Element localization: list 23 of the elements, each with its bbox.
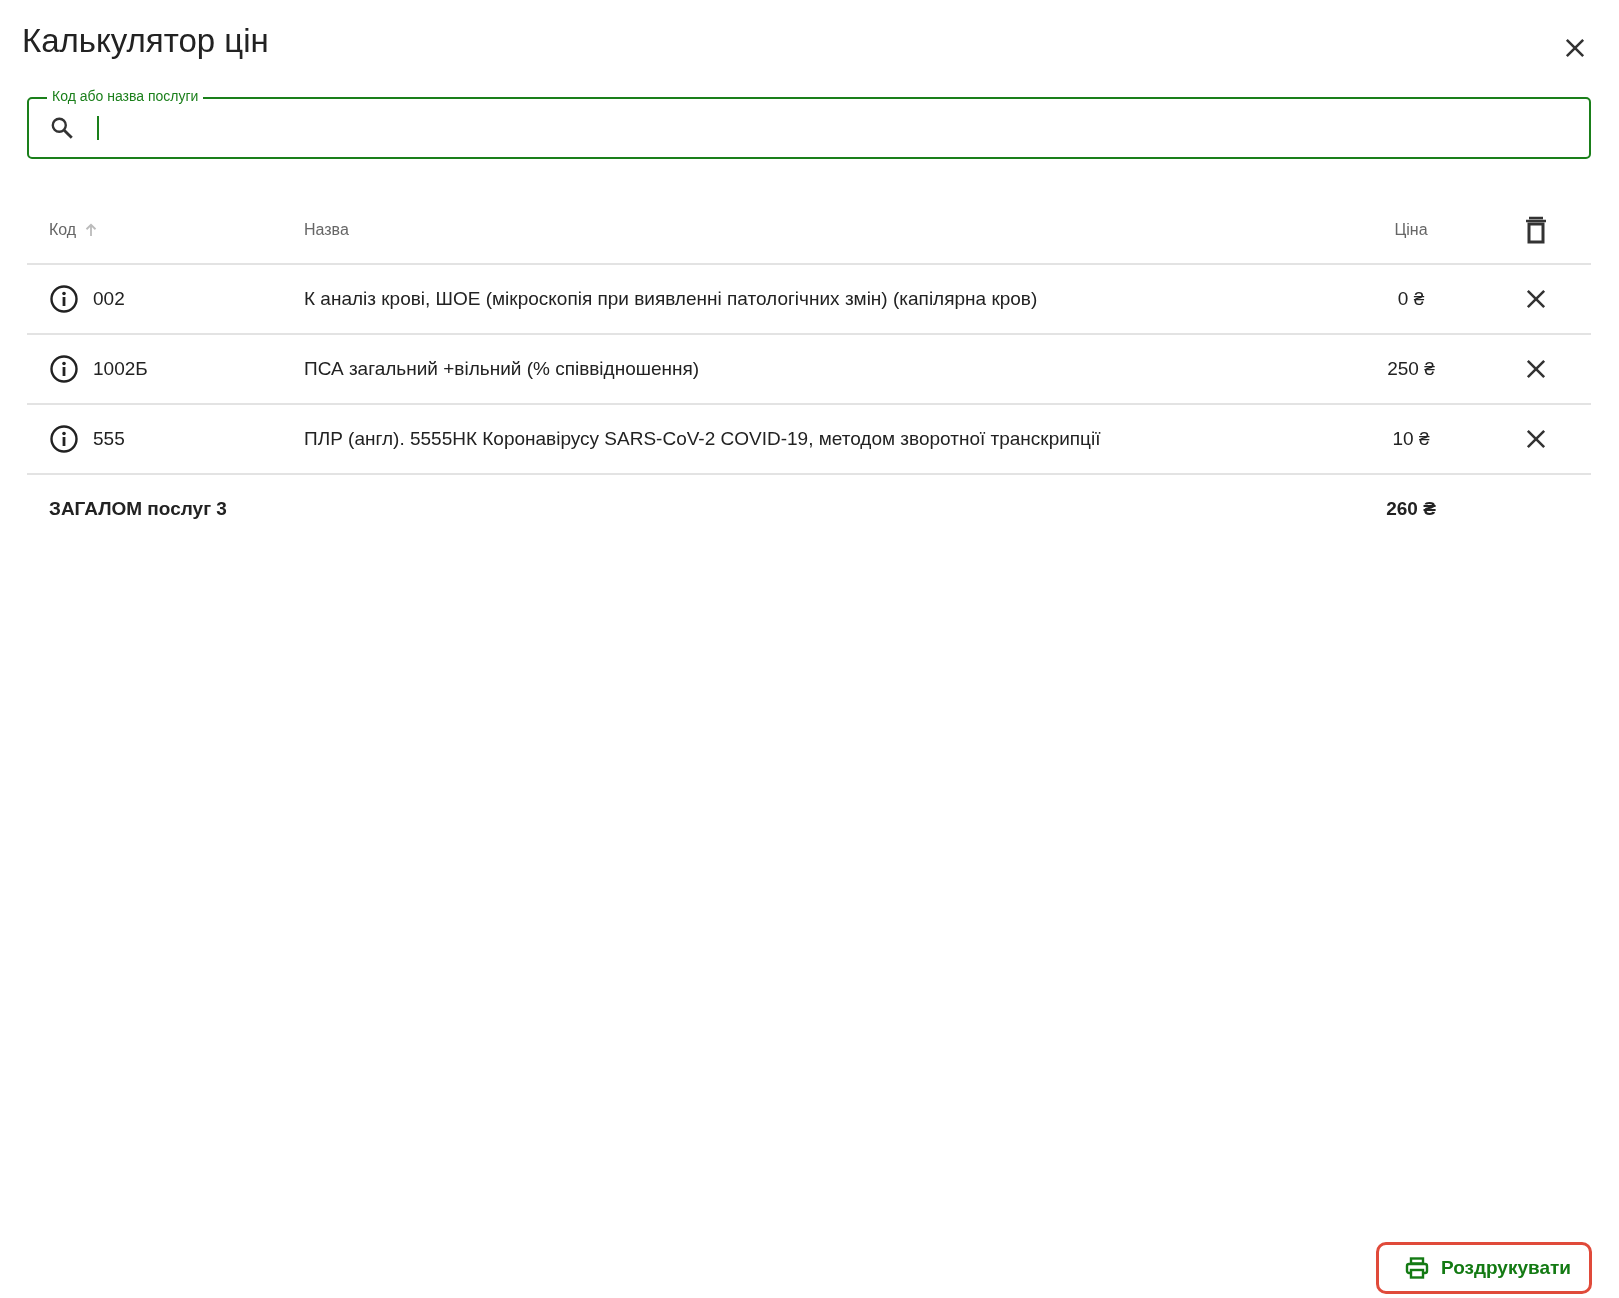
service-name-cell: ПЛР (англ). 5555НК Коронавірусу SARS-CoV-2 COVID-19, методом зворотної транскрипції (304, 428, 1101, 449)
column-header[interactable]: Ціна (1394, 221, 1428, 239)
code-cell: 1002Б (93, 358, 148, 380)
code-cell: 002 (93, 288, 125, 310)
price-cell: 250 ₴ (1387, 358, 1435, 379)
info-icon[interactable] (49, 424, 79, 454)
service-name-cell: ПСА загальний +вільний (% співвідношення) (304, 358, 700, 379)
total-price: 260 ₴ (1386, 498, 1436, 519)
print-button[interactable]: Роздрукувати (1375, 1242, 1592, 1294)
total-label: ЗАГАЛОМ послуг 3 (49, 498, 227, 520)
printer-icon (1404, 1257, 1429, 1279)
info-icon[interactable] (49, 354, 79, 384)
field-label: Код або назва послуги (47, 88, 204, 104)
search-icon (49, 115, 75, 141)
column-header[interactable]: Назва (304, 221, 349, 239)
code-cell: 555 (93, 428, 125, 450)
info-icon[interactable] (49, 284, 79, 314)
service-name-cell: К аналіз крові, ШОЕ (мікроскопія при виявленні патологічних змін) (капілярна кров) (304, 288, 1038, 309)
price-cell: 0 ₴ (1397, 288, 1425, 309)
column-header[interactable]: Код (49, 221, 77, 239)
price-cell: 10 ₴ (1392, 428, 1430, 449)
dialog-title: Калькулятор цін (22, 22, 269, 60)
delete-all-button[interactable] (1523, 215, 1549, 245)
